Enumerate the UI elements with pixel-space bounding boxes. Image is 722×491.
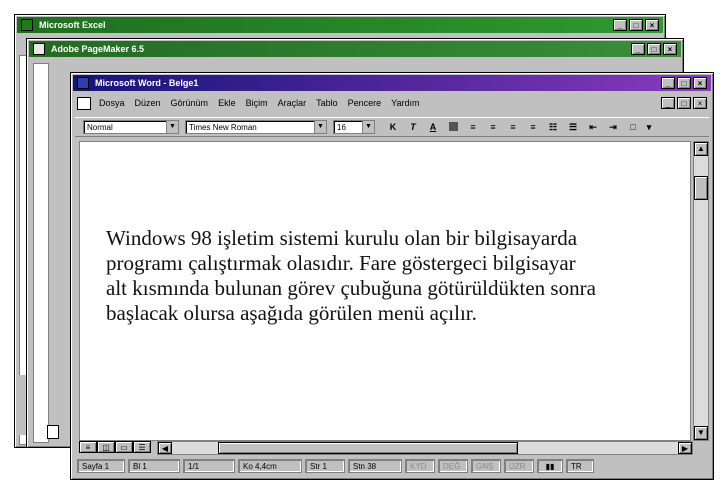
pagemaker-close-button[interactable]: ×	[663, 43, 677, 55]
excel-minimize-button[interactable]: _	[613, 19, 627, 31]
outline-view-icon[interactable]: ☰	[133, 441, 151, 453]
status-flag[interactable]: ÜZR	[504, 459, 534, 473]
pagemaker-maximize-button[interactable]: □	[647, 43, 661, 55]
pagemaker-app-icon	[33, 43, 45, 55]
status-pages: 1/1	[183, 459, 235, 473]
document-icon[interactable]	[77, 97, 91, 110]
word-minimize-button[interactable]: _	[661, 77, 675, 89]
menu-pencere[interactable]: Pencere	[348, 98, 382, 108]
pagemaker-page-icon[interactable]	[47, 425, 59, 439]
horizontal-scrollbar[interactable]: ◀ ▶	[157, 441, 693, 455]
justify-icon[interactable]: ≡	[525, 119, 541, 135]
scroll-down-icon[interactable]: ▼	[694, 426, 708, 440]
status-line: Str 1	[305, 459, 345, 473]
bold-button[interactable]: K	[385, 119, 401, 135]
excel-close-button[interactable]: ×	[645, 19, 659, 31]
menu-dosya[interactable]: Dosya	[99, 98, 125, 108]
view-buttons: ≡ ◫ ▭ ☰	[79, 441, 155, 455]
menu-ekle[interactable]: Ekle	[218, 98, 236, 108]
numbering-icon[interactable]: ☷	[545, 119, 561, 135]
excel-app-icon	[21, 19, 33, 31]
italic-button[interactable]: T	[405, 119, 421, 135]
document-line: programı çalıştırmak olasıdır. Fare göst…	[106, 251, 576, 275]
chevron-down-icon[interactable]: ▾	[645, 119, 653, 135]
book-icon[interactable]: ▮▮	[537, 459, 563, 473]
doc-minimize-button[interactable]: _	[661, 97, 675, 109]
document-line: başlacak olursa aşağıda görülen menü açı…	[106, 301, 477, 325]
word-menubar: Dosya Düzen Görünüm Ekle Biçim Araçlar T…	[75, 95, 709, 113]
formatting-toolbar: Normal ▼ Times New Roman ▼ 16 ▼ K T A ≡ …	[75, 117, 709, 137]
status-language: TR	[566, 459, 594, 473]
menu-bicim[interactable]: Biçim	[246, 98, 268, 108]
menu-duzen[interactable]: Düzen	[135, 98, 161, 108]
pagemaker-toolbox	[33, 63, 49, 443]
pagemaker-minimize-button[interactable]: _	[631, 43, 645, 55]
document-line: Windows 98 işletim sistemi kurulu olan b…	[106, 226, 578, 250]
status-bar: Sayfa 1 Bl 1 1/1 Ko 4,4cm Str 1 Stn 38 K…	[77, 459, 709, 475]
menu-tablo[interactable]: Tablo	[316, 98, 338, 108]
excel-titlebar[interactable]: Microsoft Excel _ □ ×	[17, 17, 663, 33]
document-area[interactable]: Windows 98 işletim sistemi kurulu olan b…	[79, 141, 691, 441]
word-title: Microsoft Word - Belge1	[95, 78, 199, 88]
status-flag[interactable]: DEĞ	[438, 459, 468, 473]
scroll-up-icon[interactable]: ▲	[694, 142, 708, 156]
scroll-right-icon[interactable]: ▶	[678, 442, 692, 454]
word-maximize-button[interactable]: □	[677, 77, 691, 89]
word-titlebar[interactable]: Microsoft Word - Belge1 _ □ ×	[73, 75, 711, 91]
status-column: Stn 38	[348, 459, 402, 473]
document-line: alt kısmında bulunan görev çubuğuna götü…	[106, 276, 596, 300]
status-section: Bl 1	[128, 459, 180, 473]
page-view-icon[interactable]: ▭	[115, 441, 133, 453]
word-window: Microsoft Word - Belge1 _ □ × Dosya Düze…	[70, 72, 714, 480]
scroll-left-icon[interactable]: ◀	[158, 442, 172, 454]
bullets-icon[interactable]: ☰	[565, 119, 581, 135]
chevron-down-icon: ▼	[314, 121, 326, 133]
menu-yardim[interactable]: Yardım	[391, 98, 419, 108]
align-left-icon[interactable]: ≡	[465, 119, 481, 135]
borders-icon[interactable]: □	[625, 119, 641, 135]
status-flag[interactable]: GNŞ	[471, 459, 501, 473]
pagemaker-title: Adobe PageMaker 6.5	[51, 44, 145, 54]
increase-indent-icon[interactable]: ⇥	[605, 119, 621, 135]
chevron-down-icon: ▼	[166, 121, 178, 133]
excel-maximize-button[interactable]: □	[629, 19, 643, 31]
vertical-scrollbar[interactable]: ▲ ▼	[693, 141, 709, 441]
style-select[interactable]: Normal ▼	[83, 120, 179, 134]
doc-restore-button[interactable]: □	[677, 97, 691, 109]
size-select[interactable]: 16 ▼	[333, 120, 375, 134]
menu-araclar[interactable]: Araçlar	[278, 98, 307, 108]
excel-title: Microsoft Excel	[39, 20, 106, 30]
pagemaker-titlebar[interactable]: Adobe PageMaker 6.5 _ □ ×	[29, 41, 681, 57]
scroll-thumb[interactable]	[218, 442, 518, 454]
word-app-icon	[77, 77, 89, 89]
doc-close-button[interactable]: ×	[693, 97, 707, 109]
menu-gorunum[interactable]: Görünüm	[171, 98, 209, 108]
scroll-thumb[interactable]	[694, 176, 708, 200]
normal-view-icon[interactable]: ≡	[79, 441, 97, 453]
align-center-icon[interactable]: ≡	[485, 119, 501, 135]
underline-button[interactable]: A	[425, 119, 441, 135]
chevron-down-icon: ▼	[362, 121, 374, 133]
web-view-icon[interactable]: ◫	[97, 441, 115, 453]
font-select[interactable]: Times New Roman ▼	[185, 120, 327, 134]
word-close-button[interactable]: ×	[693, 77, 707, 89]
status-position: Ko 4,4cm	[238, 459, 302, 473]
status-flag[interactable]: KYD	[405, 459, 435, 473]
decrease-indent-icon[interactable]: ⇤	[585, 119, 601, 135]
status-page: Sayfa 1	[77, 459, 125, 473]
highlight-icon[interactable]	[445, 119, 461, 135]
align-right-icon[interactable]: ≡	[505, 119, 521, 135]
